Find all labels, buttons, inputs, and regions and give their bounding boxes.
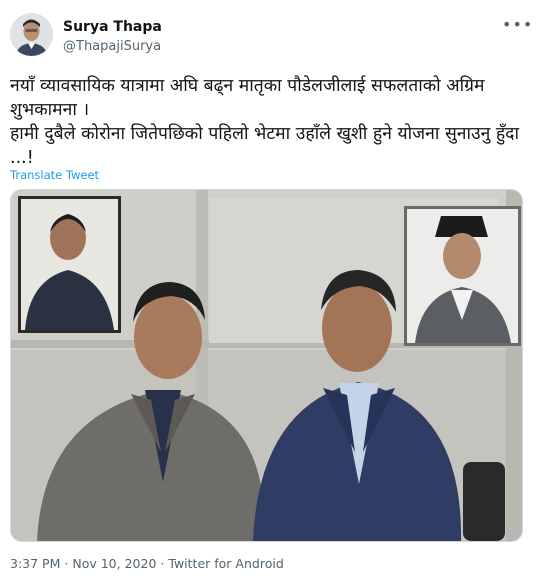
tweet-date[interactable]: Nov 10, 2020 xyxy=(72,556,156,571)
separator-dot: · xyxy=(64,556,69,571)
profile-photo-icon xyxy=(10,13,53,56)
author-name[interactable]: Surya Thapa xyxy=(63,19,162,35)
translate-tweet-link[interactable]: Translate Tweet xyxy=(10,168,99,182)
tweet-photo[interactable] xyxy=(10,189,523,542)
tweet-meta: 3:37 PM · Nov 10, 2020 · Twitter for Android xyxy=(10,556,284,571)
more-options-icon[interactable]: ••• xyxy=(502,14,532,36)
avatar[interactable] xyxy=(10,13,53,56)
photo-icon xyxy=(11,190,522,541)
tweet-text: नयाँ व्यावसायिक यात्रामा अघि बढ्न मातृका… xyxy=(10,76,519,168)
tweet-time[interactable]: 3:37 PM xyxy=(10,556,60,571)
tweet-card: Surya Thapa @ThapajiSurya ••• नयाँ व्याव… xyxy=(0,0,549,583)
author-handle[interactable]: @ThapajiSurya xyxy=(63,39,161,54)
separator-dot: · xyxy=(160,556,165,571)
tweet-source[interactable]: Twitter for Android xyxy=(168,556,283,571)
